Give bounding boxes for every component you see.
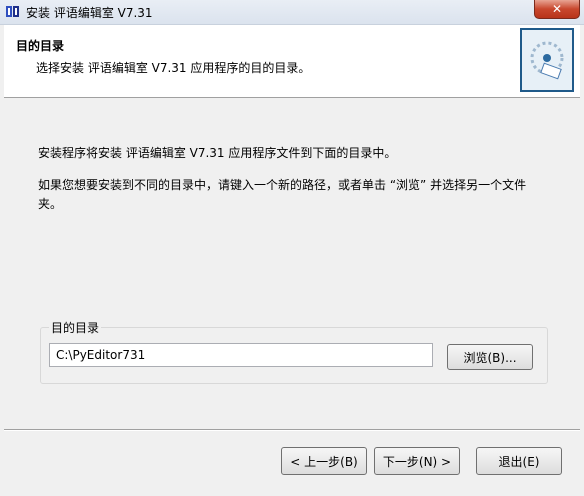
title-bar: 安装 评语编辑室 V7.31 ✕: [0, 0, 584, 25]
install-description: 安装程序将安装 评语编辑室 V7.31 应用程序文件到下面的目录中。: [38, 146, 397, 160]
window-title: 安装 评语编辑室 V7.31: [26, 6, 153, 20]
installer-app-icon: [6, 6, 19, 17]
destination-groupbox: 目的目录 浏览(B)...: [40, 319, 548, 384]
wizard-content: 安装程序将安装 评语编辑室 V7.31 应用程序文件到下面的目录中。 如果您想要…: [4, 98, 580, 428]
next-button[interactable]: 下一步(N) >: [374, 447, 460, 475]
close-icon: ✕: [551, 2, 563, 16]
wizard-header: 目的目录 选择安装 评语编辑室 V7.31 应用程序的目的目录。: [4, 25, 580, 98]
back-button[interactable]: < 上一步(B): [281, 447, 367, 475]
page-title: 目的目录: [16, 39, 65, 53]
destination-group-label: 目的目录: [49, 319, 102, 336]
exit-button[interactable]: 退出(E): [476, 447, 562, 475]
footer-divider: [4, 429, 580, 431]
close-button[interactable]: ✕: [534, 0, 580, 19]
page-subtitle: 选择安装 评语编辑室 V7.31 应用程序的目的目录。: [36, 61, 311, 75]
browse-button[interactable]: 浏览(B)...: [447, 344, 533, 370]
destination-path-input[interactable]: [49, 343, 433, 367]
installer-disc-icon: [520, 28, 574, 92]
change-directory-instructions: 如果您想要安装到不同的目录中，请键入一个新的路径，或者单击 “浏览” 并选择另一…: [38, 178, 527, 211]
